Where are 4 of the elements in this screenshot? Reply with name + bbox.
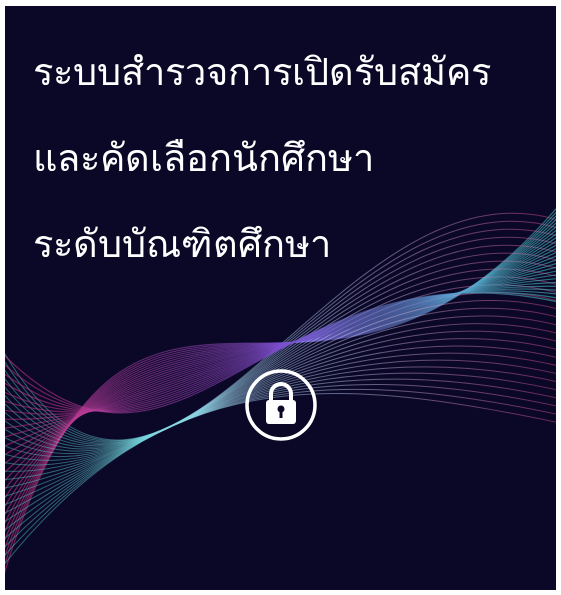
lock-icon: [244, 368, 318, 442]
banner-title-line: ระบบสำรวจการเปิดรับสมัคร: [33, 49, 491, 96]
banner-title-line: และคัดเลือกนักศึกษา: [33, 135, 374, 182]
banner-title-line: ระดับบัณฑิตศึกษา: [33, 221, 331, 268]
